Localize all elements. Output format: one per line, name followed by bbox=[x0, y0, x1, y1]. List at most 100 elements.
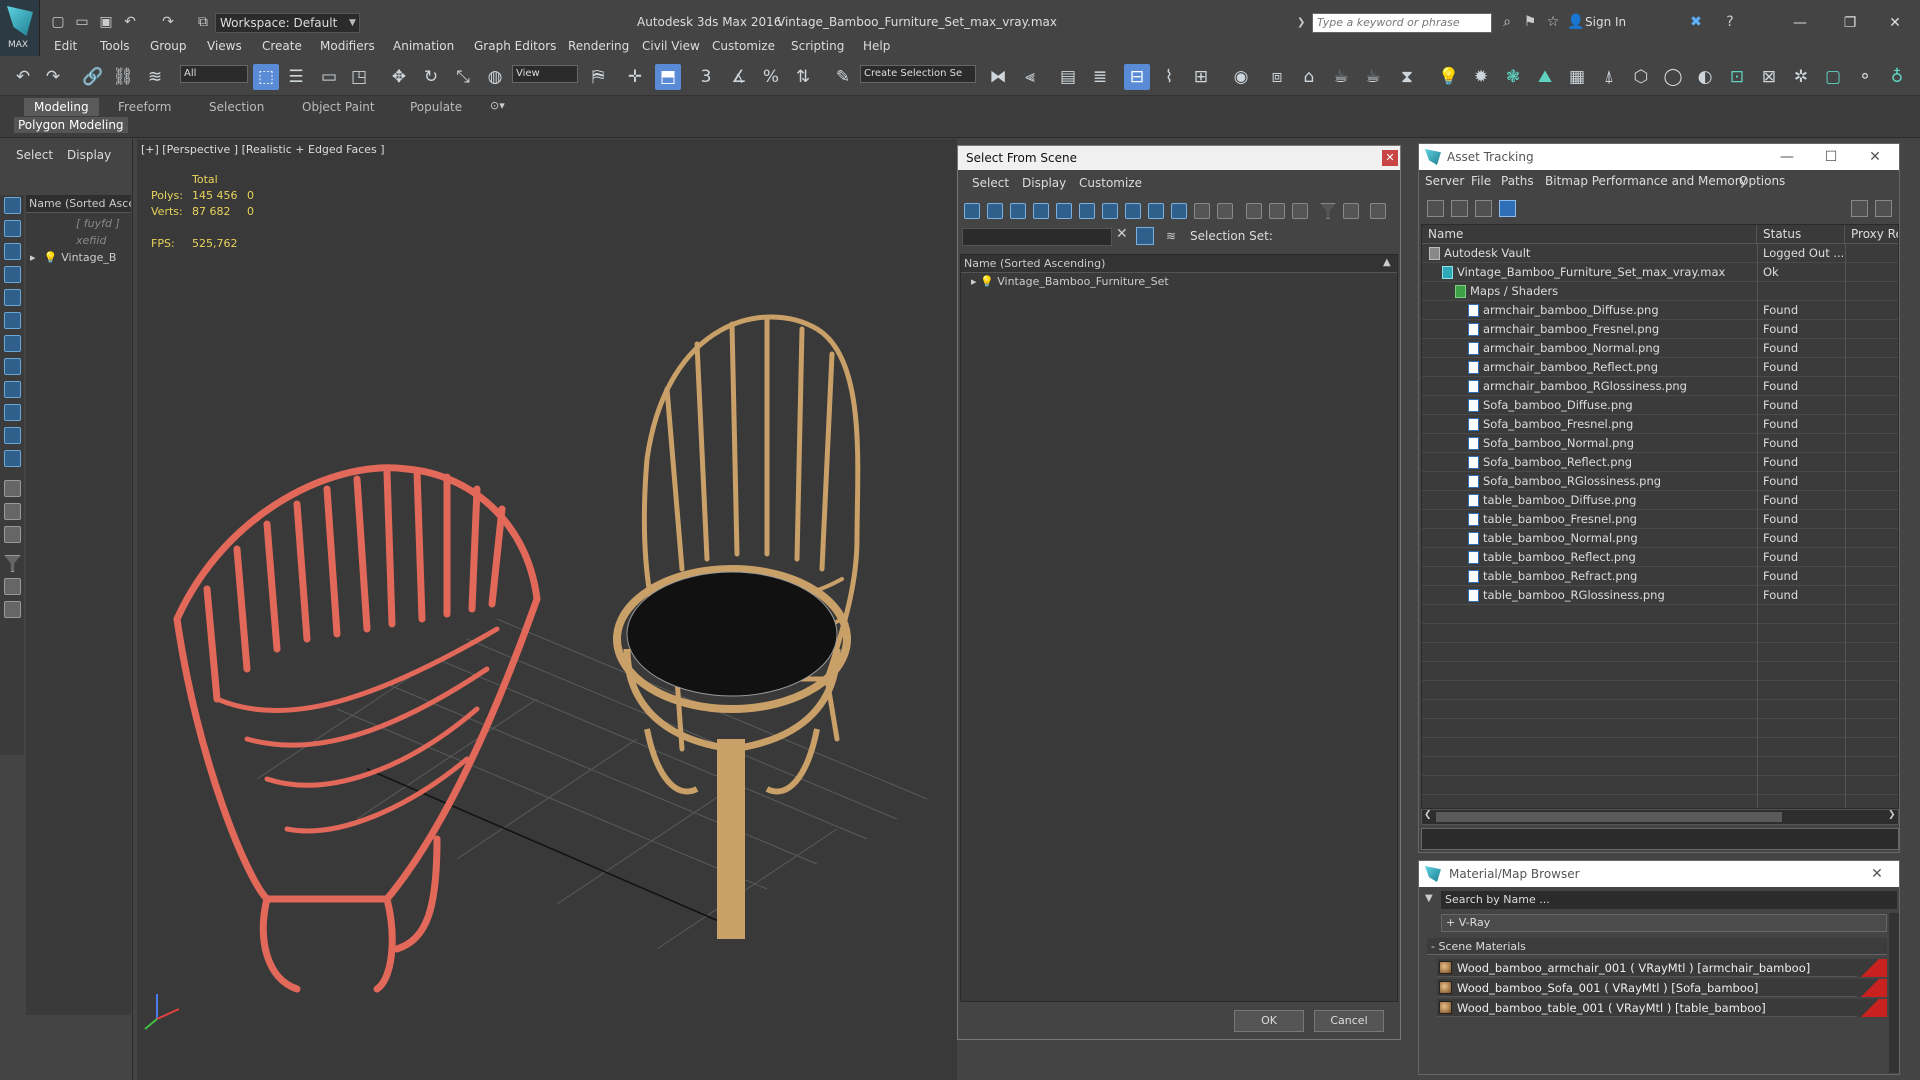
table-row[interactable]: armchair_bamboo_RGlossiness.png Found bbox=[1422, 377, 1898, 396]
maximize-icon[interactable]: ☐ bbox=[1809, 144, 1853, 170]
selection-filter-dropdown[interactable]: All bbox=[180, 65, 248, 83]
table-row[interactable]: armchair_bamboo_Diffuse.png Found bbox=[1422, 301, 1898, 320]
menu-views[interactable]: Views bbox=[207, 39, 242, 53]
table-row[interactable] bbox=[1422, 719, 1898, 738]
display-invert-icon[interactable] bbox=[4, 526, 21, 543]
table-row[interactable]: table_bamboo_Refract.png Found bbox=[1422, 567, 1898, 586]
layers-icon[interactable]: ≋ bbox=[1166, 229, 1176, 243]
rendered-frame-icon[interactable]: ⌂ bbox=[1296, 64, 1322, 90]
link-icon[interactable]: 🔗 bbox=[80, 64, 106, 90]
vray-fur-icon[interactable]: ⍋ bbox=[1596, 64, 1622, 90]
redo-icon[interactable]: ↷ bbox=[158, 12, 178, 32]
display-spacewarps-icon[interactable] bbox=[4, 312, 21, 329]
table-row[interactable] bbox=[1422, 700, 1898, 719]
menu-tools[interactable]: Tools bbox=[100, 39, 130, 53]
display-lights-icon[interactable] bbox=[4, 243, 21, 260]
filter-icon[interactable] bbox=[4, 555, 21, 572]
menu-modifiers[interactable]: Modifiers bbox=[320, 39, 375, 53]
asset-menu-paths[interactable]: Paths bbox=[1501, 174, 1534, 188]
percent-snap-icon[interactable]: % bbox=[758, 64, 784, 90]
display-containers-icon[interactable] bbox=[4, 404, 21, 421]
display-frozen-icon[interactable] bbox=[4, 427, 21, 444]
vray-lock-icon[interactable]: ⚬ bbox=[1852, 64, 1878, 90]
context-help-icon[interactable] bbox=[1875, 200, 1892, 217]
table-row[interactable] bbox=[1422, 624, 1898, 643]
clear-icon[interactable]: ✕ bbox=[1116, 226, 1128, 242]
select-none-icon[interactable] bbox=[1269, 203, 1285, 219]
display-all-icon[interactable] bbox=[4, 480, 21, 497]
light-filter-icon[interactable] bbox=[1010, 203, 1026, 219]
mirror-icon[interactable]: ⧓ bbox=[985, 64, 1011, 90]
keyboard-shortcut-override-icon[interactable]: ⬒ bbox=[655, 64, 681, 90]
refresh-icon[interactable] bbox=[1427, 200, 1444, 217]
table-row[interactable] bbox=[1422, 643, 1898, 662]
display-geometry-icon[interactable] bbox=[4, 197, 21, 214]
find-case-icon[interactable] bbox=[1343, 203, 1359, 219]
vray-bulb-icon[interactable]: ♁ bbox=[1884, 64, 1910, 90]
asset-menu-server[interactable]: Server bbox=[1425, 174, 1464, 188]
container-filter-icon[interactable] bbox=[1171, 203, 1187, 219]
menu-scripting[interactable]: Scripting bbox=[791, 39, 844, 53]
xref-filter-icon[interactable] bbox=[1125, 203, 1141, 219]
save-file-icon[interactable]: ▣ bbox=[96, 12, 116, 32]
table-row[interactable] bbox=[1422, 662, 1898, 681]
polygon-modeling-panel[interactable]: Polygon Modeling bbox=[14, 117, 128, 133]
tab-populate[interactable]: Populate bbox=[400, 98, 472, 116]
filter-icon[interactable] bbox=[1136, 227, 1154, 245]
vray-mesh-icon[interactable]: ✲ bbox=[1788, 64, 1814, 90]
new-file-icon[interactable]: ▢ bbox=[48, 12, 68, 32]
scale-icon[interactable]: ⤡ bbox=[450, 64, 476, 90]
rotate-icon[interactable]: ↻ bbox=[418, 64, 444, 90]
table-view-icon[interactable] bbox=[1499, 200, 1516, 217]
asset-menu-bitmap[interactable]: Bitmap Performance and Memory bbox=[1545, 174, 1747, 188]
expand-arrow-icon[interactable]: ▸ bbox=[26, 251, 36, 264]
perspective-viewport[interactable]: [+] [Perspective ] [Realistic + Edged Fa… bbox=[137, 139, 957, 1080]
menu-help[interactable]: Help bbox=[863, 39, 890, 53]
panel-collapse-icon[interactable] bbox=[1370, 203, 1386, 219]
light-bulb-icon[interactable]: 💡 bbox=[980, 275, 994, 288]
table-row[interactable]: table_bamboo_Diffuse.png Found bbox=[1422, 491, 1898, 510]
material-item[interactable]: Wood_bamboo_Sofa_001 ( VRayMtl ) [Sofa_b… bbox=[1437, 979, 1887, 997]
named-selection-set-dropdown[interactable]: Create Selection Se bbox=[860, 65, 976, 83]
tab-freeform[interactable]: Freeform bbox=[108, 98, 181, 116]
sfs-find-input[interactable] bbox=[962, 228, 1112, 246]
minimize-icon[interactable]: — bbox=[1780, 8, 1820, 38]
menu-animation[interactable]: Animation bbox=[393, 39, 454, 53]
column-header-name[interactable]: Name bbox=[1422, 225, 1757, 244]
material-item[interactable]: Wood_bamboo_armchair_001 ( VRayMtl ) [ar… bbox=[1437, 959, 1887, 977]
unlink-icon[interactable]: ⛓ bbox=[110, 64, 136, 90]
rectangle-selection-icon[interactable]: ▭ bbox=[316, 64, 342, 90]
tab-object-paint[interactable]: Object Paint bbox=[292, 98, 385, 116]
close-icon[interactable]: ✕ bbox=[1855, 861, 1899, 887]
align-icon[interactable]: ⫷ bbox=[1017, 64, 1043, 90]
table-row[interactable]: Sofa_bamboo_Diffuse.png Found bbox=[1422, 396, 1898, 415]
snaps-toggle-icon[interactable]: 3 bbox=[693, 64, 719, 90]
sign-in-link[interactable]: Sign In bbox=[1585, 15, 1626, 29]
binoculars-icon[interactable]: ⌕ bbox=[1497, 12, 1517, 32]
render-production-icon[interactable]: ☕ bbox=[1328, 64, 1354, 90]
star-icon[interactable]: ☆ bbox=[1543, 12, 1563, 32]
toggle-scene-explorer-icon[interactable]: ▤ bbox=[1055, 64, 1081, 90]
curve-editor-icon[interactable]: ⌇ bbox=[1156, 64, 1182, 90]
table-row[interactable]: table_bamboo_Reflect.png Found bbox=[1422, 548, 1898, 567]
move-icon[interactable]: ✥ bbox=[386, 64, 412, 90]
helper-filter-icon[interactable] bbox=[1056, 203, 1072, 219]
tab-selection[interactable]: Selection bbox=[199, 98, 274, 116]
horizontal-scrollbar[interactable]: ❮ ❯ bbox=[1421, 809, 1899, 825]
asset-path-field[interactable] bbox=[1421, 828, 1899, 850]
display-none-icon[interactable] bbox=[4, 503, 21, 520]
sfs-menu-select[interactable]: Select bbox=[972, 176, 1009, 190]
render-setup-icon[interactable]: ⧈ bbox=[1264, 64, 1290, 90]
render-iterative-icon[interactable]: ☕ bbox=[1360, 64, 1386, 90]
pivot-center-icon[interactable]: ⛿ bbox=[585, 64, 611, 90]
light-bulb-icon[interactable]: 💡 bbox=[36, 251, 58, 264]
bind-spacewarp-icon[interactable]: ≋ bbox=[142, 64, 168, 90]
schematic-view-icon[interactable]: ⊞ bbox=[1188, 64, 1214, 90]
subscription-icon[interactable]: ⚑ bbox=[1520, 12, 1540, 32]
menu-group[interactable]: Group bbox=[150, 39, 187, 53]
table-row[interactable]: table_bamboo_Normal.png Found bbox=[1422, 529, 1898, 548]
scene-tree-header[interactable]: Name (Sorted Ascen bbox=[26, 195, 131, 213]
select-object-icon[interactable]: ⬚ bbox=[253, 64, 279, 90]
ribbon-options-icon[interactable]: ⊙▾ bbox=[490, 99, 505, 112]
app-logo[interactable]: MAX bbox=[0, 0, 40, 56]
